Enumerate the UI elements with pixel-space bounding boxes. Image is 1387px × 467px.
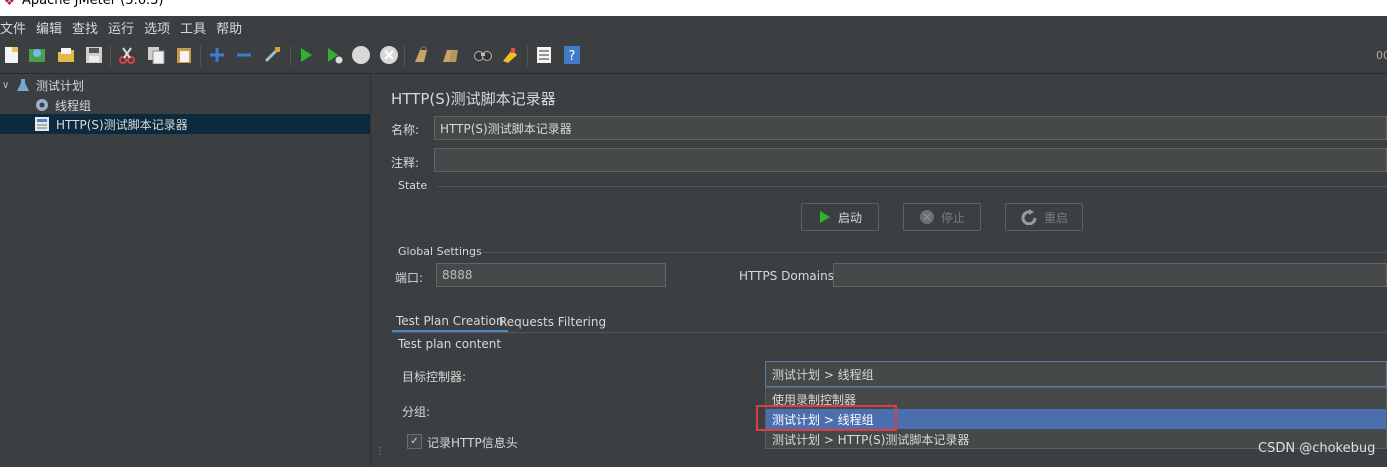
stop-button-label: 停止 [940, 210, 965, 225]
elapsed-time: 00 [1376, 49, 1387, 62]
splitter[interactable]: ⋮ [370, 74, 385, 467]
tree-item-test-plan[interactable]: ∨ 测试计划 [0, 75, 84, 95]
clear-icon[interactable] [411, 45, 431, 65]
tree-item-label: HTTP(S)测试脚本记录器 [56, 117, 188, 132]
menu-run[interactable]: 运行 [103, 18, 139, 37]
cut-icon[interactable] [117, 45, 137, 65]
https-domains-label: HTTPS Domains: [739, 269, 838, 283]
record-headers-checkbox[interactable]: ✓ [407, 434, 422, 449]
watermark: CSDN @chokebug [1258, 441, 1376, 456]
toolbar-separator [404, 46, 405, 66]
menu-bar: 文件 编辑 查找 运行 选项 工具 帮助 [0, 16, 1387, 39]
annotation-highlight-box [756, 405, 897, 431]
save-icon[interactable] [84, 45, 104, 65]
shutdown-icon[interactable] [379, 45, 399, 65]
svg-text:?: ? [569, 49, 576, 64]
start-no-pauses-icon[interactable] [324, 45, 344, 65]
toggle-icon[interactable] [262, 45, 282, 65]
start-button[interactable]: 启动 [801, 203, 879, 231]
menu-search[interactable]: 查找 [67, 18, 103, 37]
title-bar: ❖ Apache JMeter (5.6.3) [0, 0, 1387, 16]
check-icon: ✓ [410, 435, 419, 447]
target-controller-label: 目标控制器: [402, 370, 467, 384]
collapse-all-icon[interactable] [234, 45, 254, 65]
recorder-icon [34, 116, 54, 132]
name-field[interactable]: HTTP(S)测试脚本记录器 [434, 116, 1387, 140]
toolbar-separator [200, 46, 201, 66]
menu-tools[interactable]: 工具 [175, 18, 211, 37]
target-controller-select[interactable]: 测试计划 > 线程组 [765, 361, 1387, 387]
toolbar-separator [527, 46, 528, 66]
templates-icon[interactable] [27, 45, 47, 65]
window-title: Apache JMeter (5.6.3) [22, 0, 164, 8]
search-icon[interactable] [473, 45, 493, 65]
toolbar-separator [290, 46, 291, 66]
stop-circle-icon [919, 210, 934, 224]
gear-icon [34, 97, 54, 113]
https-domains-field[interactable] [833, 263, 1387, 287]
tab-strip-border [392, 332, 1387, 333]
expand-all-icon[interactable] [207, 45, 227, 65]
tree-item-thread-group[interactable]: 线程组 [0, 95, 91, 115]
port-field[interactable]: 8888 [436, 263, 666, 287]
panel-title: HTTP(S)测试脚本记录器 [391, 90, 556, 108]
flask-icon [16, 78, 34, 92]
menu-help[interactable]: 帮助 [211, 18, 247, 37]
reset-search-icon[interactable] [500, 45, 520, 65]
recorder-panel: HTTP(S)测试脚本记录器 名称: HTTP(S)测试脚本记录器 注释: St… [382, 74, 1387, 467]
stop-icon[interactable] [351, 45, 371, 65]
toolbar: ? 00 [0, 39, 1387, 74]
comment-field[interactable] [434, 148, 1387, 172]
menu-edit[interactable]: 编辑 [31, 18, 67, 37]
clear-all-icon[interactable] [440, 45, 460, 65]
comment-label: 注释: [391, 156, 420, 170]
tree-item-label: 测试计划 [36, 78, 85, 93]
restart-icon [1021, 209, 1037, 225]
toolbar-separator [110, 46, 111, 66]
tree-item-recorder[interactable]: HTTP(S)测试脚本记录器 [0, 114, 370, 134]
menu-file[interactable]: 文件 [0, 18, 31, 37]
expand-chevron-icon[interactable]: ∨ [2, 80, 16, 91]
tree-item-label: 线程组 [55, 98, 92, 113]
grouping-label: 分组: [402, 405, 431, 419]
play-icon [819, 211, 830, 223]
new-icon[interactable] [2, 45, 22, 65]
start-button-label: 启动 [837, 210, 862, 225]
tab-requests-filtering[interactable]: Requests Filtering [499, 311, 606, 333]
global-settings-label: Global Settings [398, 245, 482, 258]
target-controller-value: 测试计划 > 线程组 [772, 367, 874, 382]
restart-button-label: 重启 [1043, 210, 1068, 225]
stop-button[interactable]: 停止 [903, 203, 981, 231]
jmeter-feather-icon: ❖ [4, 0, 15, 8]
paste-icon[interactable] [174, 45, 194, 65]
help-icon[interactable]: ? [562, 45, 582, 65]
open-icon[interactable] [56, 45, 76, 65]
test-plan-tree: ∨ 测试计划 线程组 HTTP(S)测试脚本记录器 [0, 74, 370, 467]
start-icon[interactable] [296, 45, 316, 65]
state-group-border [438, 186, 1387, 187]
global-settings-border [482, 252, 1387, 253]
record-headers-label: 记录HTTP信息头 [427, 436, 518, 450]
test-plan-content-label: Test plan content [398, 337, 502, 351]
port-label: 端口: [395, 271, 424, 285]
menu-options[interactable]: 选项 [139, 18, 175, 37]
name-label: 名称: [391, 123, 420, 137]
state-label: State [398, 179, 428, 192]
restart-button[interactable]: 重启 [1005, 203, 1083, 231]
function-helper-icon[interactable] [534, 45, 554, 65]
copy-icon[interactable] [146, 45, 166, 65]
tab-test-plan-creation[interactable]: Test Plan Creation [392, 311, 508, 333]
